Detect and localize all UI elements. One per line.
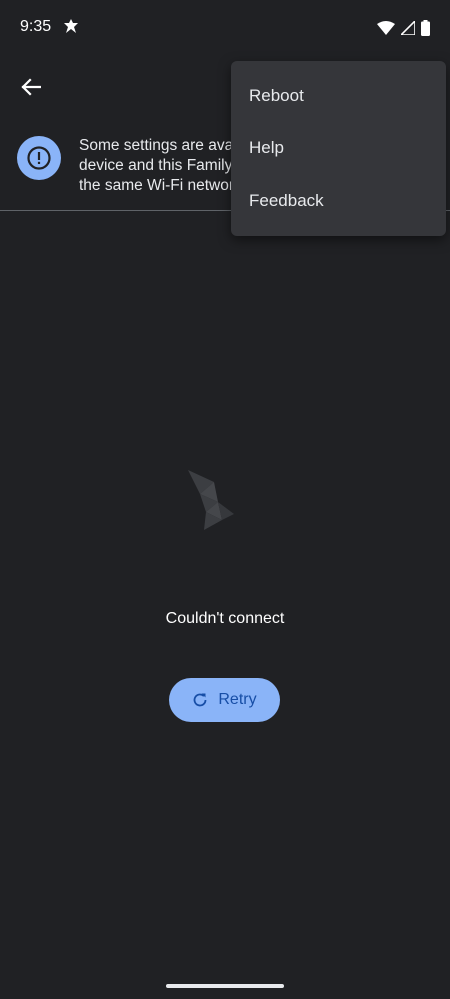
alert-icon bbox=[17, 136, 61, 180]
menu-item-feedback[interactable]: Feedback bbox=[231, 175, 446, 227]
signal-icon bbox=[401, 21, 415, 35]
notification-icon bbox=[64, 19, 78, 33]
arrow-back-icon bbox=[21, 78, 41, 96]
home-indicator[interactable] bbox=[166, 984, 284, 988]
error-message: Couldn't connect bbox=[165, 610, 285, 627]
status-bar: 9:35 bbox=[0, 0, 450, 56]
device-placeholder-icon bbox=[188, 470, 234, 530]
overflow-menu: Reboot Help Feedback bbox=[231, 61, 446, 236]
battery-icon bbox=[421, 20, 430, 36]
status-icons bbox=[377, 19, 430, 37]
refresh-icon bbox=[193, 693, 207, 707]
retry-label: Retry bbox=[218, 691, 257, 708]
retry-button[interactable]: Retry bbox=[169, 678, 280, 722]
status-time: 9:35 bbox=[20, 18, 52, 35]
back-button[interactable] bbox=[14, 70, 48, 104]
menu-item-reboot[interactable]: Reboot bbox=[231, 70, 446, 122]
wifi-icon bbox=[377, 21, 395, 35]
menu-item-help[interactable]: Help bbox=[231, 122, 446, 174]
